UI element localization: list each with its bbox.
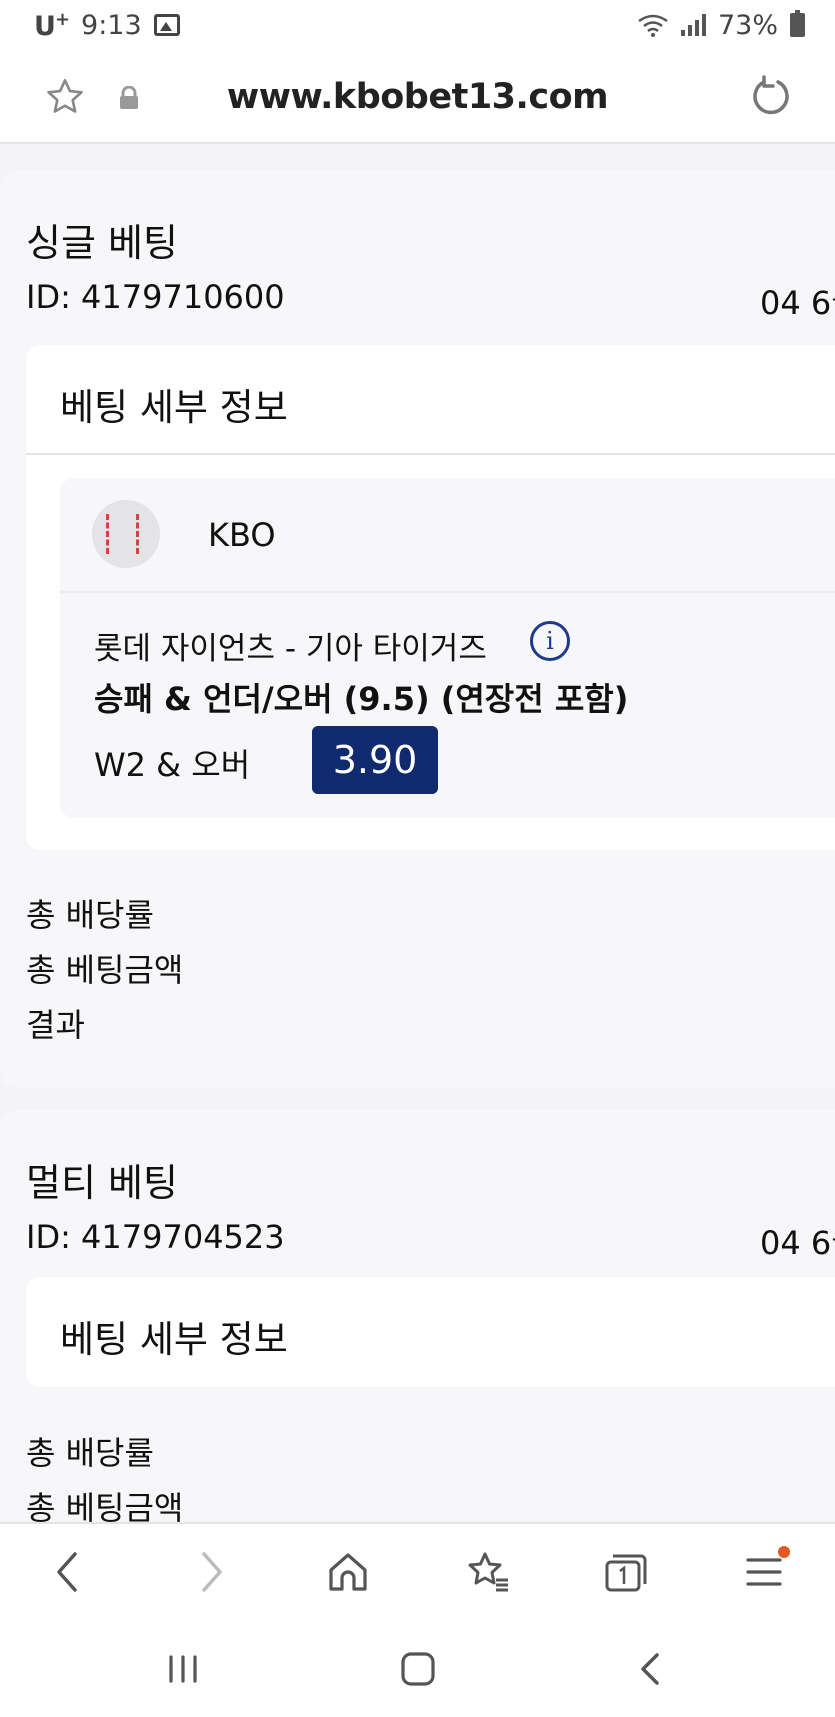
match-name: 롯데 자이언츠 - 기아 타이거즈: [94, 631, 487, 667]
status-bar: U+ 9:13 73%: [0, 0, 835, 50]
total-odds-label: 총 배당률: [26, 1434, 154, 1472]
browser-bottom-nav: [0, 1522, 835, 1618]
odds-badge: 3.90: [312, 726, 438, 794]
baseball-icon: [92, 500, 160, 568]
bet-date: 04 6월: [760, 1224, 835, 1262]
url-address[interactable]: www.kbobet13.com: [0, 77, 835, 117]
battery-percent: 73%: [717, 9, 778, 41]
bet-type-title: 멀티 베팅: [26, 1161, 178, 1205]
reload-icon[interactable]: [748, 74, 794, 120]
status-right: 73%: [637, 10, 805, 41]
bet-details-title[interactable]: 베팅 세부 정보: [60, 1309, 288, 1363]
browser-url-bar: www.kbobet13.com: [0, 50, 835, 144]
market-name: 승패 & 언더/오버 (9.5) (연장전 포함): [94, 680, 629, 718]
bookmarks-button[interactable]: [460, 1544, 516, 1600]
forward-button[interactable]: [183, 1544, 239, 1600]
result-label: 결과: [26, 1006, 85, 1044]
recent-apps-button[interactable]: [158, 1644, 208, 1694]
menu-button[interactable]: [736, 1544, 792, 1600]
league-row: KBO: [60, 478, 835, 593]
bet-card-single[interactable]: 싱글 베팅 ID: 4179710600 04 6월 베팅 세부 정보 KBO …: [0, 170, 835, 1088]
gallery-notification-icon: [153, 14, 180, 36]
system-home-button[interactable]: [393, 1644, 443, 1694]
bet-id: ID: 4179710600: [26, 278, 285, 316]
system-back-icon: [641, 1653, 659, 1685]
tabs-button[interactable]: [598, 1544, 654, 1600]
hamburger-menu-icon: [746, 1558, 782, 1586]
carrier-label: U+: [34, 8, 70, 42]
bet-details-panel: 베팅 세부 정보 KBO 롯데 자이언츠 - 기아 타이거즈 i 승패 & 언더…: [26, 345, 835, 850]
league-name: KBO: [208, 516, 276, 554]
bet-date: 04 6월: [760, 284, 835, 322]
home-button[interactable]: [320, 1544, 376, 1600]
total-odds-label: 총 배당률: [26, 896, 154, 934]
info-icon[interactable]: i: [530, 621, 570, 661]
bet-details-title[interactable]: 베팅 세부 정보: [60, 377, 288, 431]
bookmarks-star-icon: [468, 1552, 508, 1592]
square-home-icon: [401, 1652, 435, 1686]
home-icon: [329, 1553, 367, 1591]
selection-label: W2 & 오버: [94, 746, 251, 784]
bet-details-panel: 베팅 세부 정보: [26, 1277, 835, 1387]
battery-icon: [790, 10, 805, 37]
divider: [26, 453, 835, 455]
event-box: KBO 롯데 자이언츠 - 기아 타이거즈 i 승패 & 언더/오버 (9.5)…: [60, 478, 835, 818]
signal-icon: [680, 14, 706, 36]
notification-dot: [778, 1546, 790, 1558]
wifi-icon: [638, 14, 668, 37]
clock: 9:13: [81, 9, 142, 41]
back-button[interactable]: [40, 1544, 96, 1600]
status-left: U+ 9:13: [34, 9, 180, 42]
recent-apps-icon: [169, 1655, 197, 1683]
bet-id: ID: 4179704523: [26, 1218, 285, 1256]
tabs-icon: [605, 1554, 647, 1592]
chevron-right-icon: [202, 1552, 222, 1592]
bet-type-title: 싱글 베팅: [26, 221, 178, 265]
total-stake-label: 총 베팅금액: [26, 951, 184, 989]
system-back-button[interactable]: [625, 1644, 675, 1694]
system-navigation-bar: [0, 1618, 835, 1717]
chevron-left-icon: [57, 1552, 77, 1592]
